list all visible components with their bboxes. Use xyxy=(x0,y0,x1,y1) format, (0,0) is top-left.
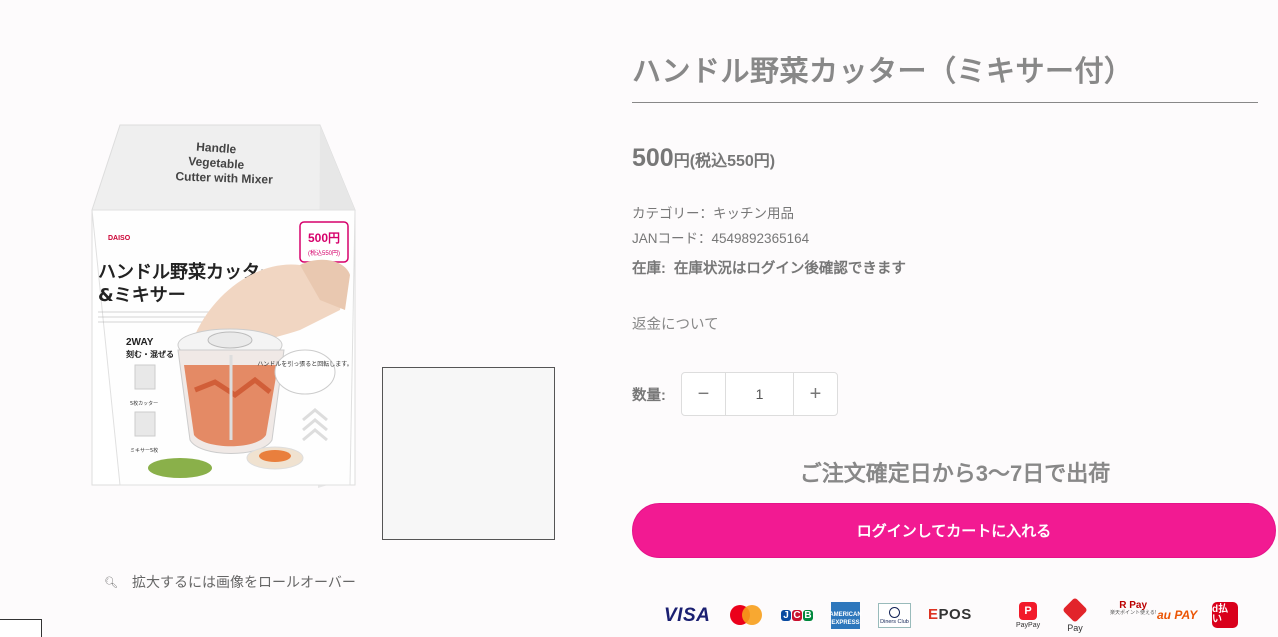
quantity-input[interactable]: 1 xyxy=(725,373,794,415)
box-price: 500円 xyxy=(308,231,340,245)
d-barai-logo: d払い xyxy=(1212,602,1238,628)
paypay-icon: P xyxy=(1019,602,1038,620)
box-title-jp-2: &ミキサー xyxy=(98,285,186,306)
price-amount: 500 xyxy=(632,144,674,172)
jcb-b: B xyxy=(803,610,813,621)
paypay-logo: P PayPay xyxy=(1016,602,1040,629)
product-gallery: Handle Vegetable Cutter with Mixer DAISO… xyxy=(0,0,600,637)
box-bubble: ハンドルを引っ張ると回転します。 xyxy=(257,360,352,368)
product-thumbnail[interactable] xyxy=(382,367,555,540)
quantity-stepper: − 1 + xyxy=(681,372,838,416)
au-pay-logo: au PAY xyxy=(1157,608,1198,622)
visa-logo: VISA xyxy=(664,605,711,626)
product-price: 500円(税込550円) xyxy=(632,144,775,173)
refund-link[interactable]: 返金について xyxy=(632,313,719,334)
stock-text: 在庫状況はログイン後確認できます xyxy=(673,261,906,277)
d-barai-text: d払い xyxy=(1212,604,1229,625)
price-tax: (税込550円) xyxy=(689,153,776,170)
rakuten-pay-logo: R Pay 楽天ポイント使える! xyxy=(1110,600,1157,617)
merpay-logo: Pay xyxy=(1062,597,1088,633)
quantity-decrease-button[interactable]: − xyxy=(682,373,725,415)
diners-logo: Diners Club xyxy=(878,603,911,628)
box-price-tax: (税込550円) xyxy=(308,249,340,257)
box-title-en-1: Handle xyxy=(196,140,237,157)
jcb-logo: J C B xyxy=(781,604,813,627)
diners-circle-icon xyxy=(889,606,900,618)
zoom-hint: 🔍︎ 拡大するには画像をロールオーバー xyxy=(104,572,356,592)
box-2way: 2WAY xyxy=(126,337,154,348)
stock-status: 在庫: 在庫状況はログイン後確認できます xyxy=(632,257,906,278)
paypay-text: PayPay xyxy=(1016,622,1041,629)
shipping-note: ご注文確定日から3〜7日で出荷 xyxy=(799,461,1111,486)
quantity-label: 数量: xyxy=(632,388,666,404)
product-category: カテゴリー：キッチン用品 xyxy=(632,206,794,221)
mastercard-logo xyxy=(730,605,762,625)
box-side-label: 5枚カッター xyxy=(130,400,158,407)
add-to-cart-button[interactable]: ログインしてカートに入れる xyxy=(632,503,1276,558)
epos-rest: POS xyxy=(938,606,972,623)
stock-label: 在庫: xyxy=(632,261,666,277)
box-2way-sub: 刻む・混ぜる xyxy=(126,349,174,359)
rakuten-pay-text: R Pay xyxy=(1119,600,1148,611)
zoom-hint-text: 拡大するには画像をロールオーバー xyxy=(131,574,356,590)
epos-e: E xyxy=(928,606,939,623)
payment-methods: VISA J C B AMERICAN EXPRESS Diners Club … xyxy=(632,597,1278,634)
product-jan-code: JANコード：4549892365164 xyxy=(632,231,810,246)
jcb-j: J xyxy=(781,610,791,621)
corner-widget[interactable] xyxy=(0,619,42,637)
quantity-increase-button[interactable]: + xyxy=(794,373,837,415)
jcb-c: C xyxy=(792,610,802,621)
amex-logo: AMERICAN EXPRESS xyxy=(829,602,862,629)
rakuten-pay-sub: 楽天ポイント使える! xyxy=(1110,610,1157,616)
merpay-icon xyxy=(1062,597,1088,623)
product-title: ハンドル野菜カッター（ミキサー付） xyxy=(632,56,1134,88)
title-divider xyxy=(632,102,1258,103)
price-unit: 円 xyxy=(673,153,690,170)
merpay-text: Pay xyxy=(1067,623,1083,633)
epos-logo: E POS xyxy=(928,606,972,623)
box-side-label-2: ミキサー5枚 xyxy=(130,447,158,454)
magnifier-icon: 🔍︎ xyxy=(104,576,118,589)
diners-text: Diners Club xyxy=(880,618,909,625)
box-brand: DAISO xyxy=(108,235,131,242)
